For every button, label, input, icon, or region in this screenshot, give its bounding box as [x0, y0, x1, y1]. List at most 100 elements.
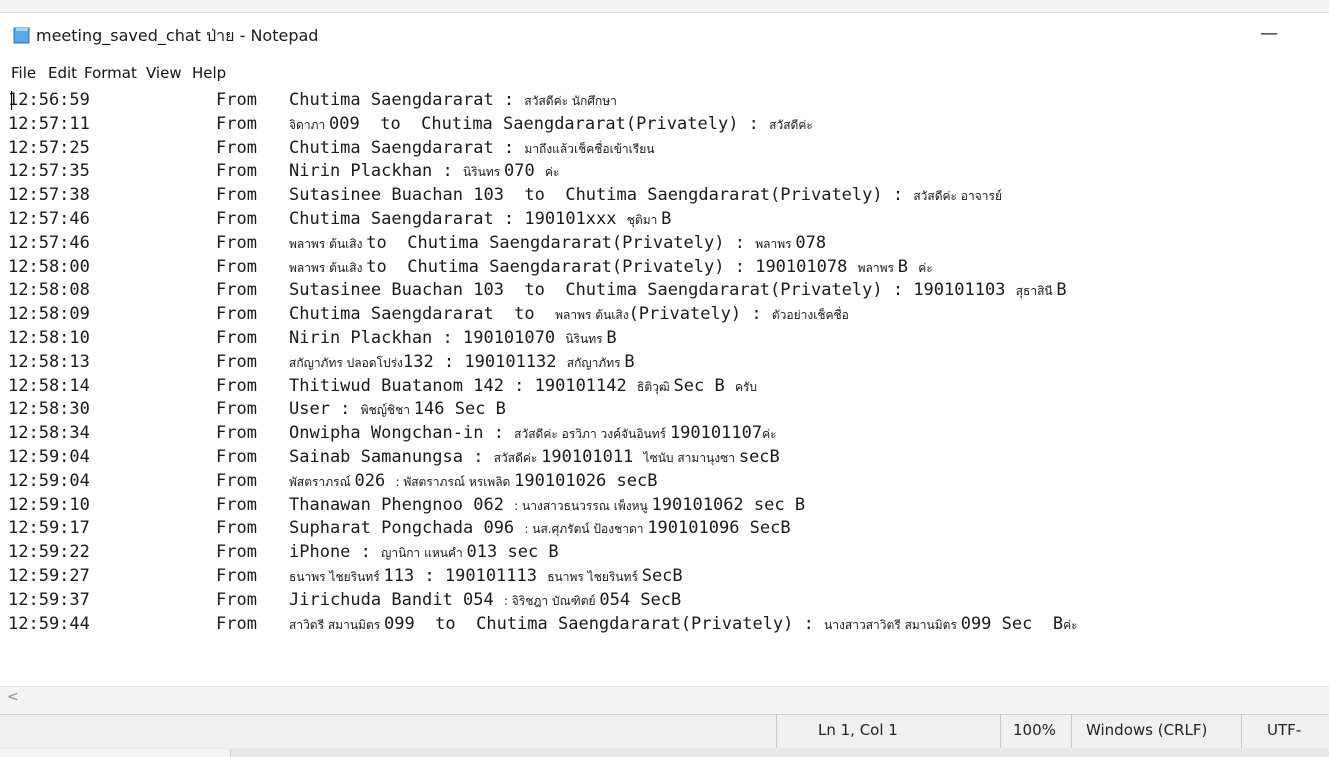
- horizontal-scrollbar[interactable]: [0, 686, 1329, 715]
- message-segment: Thanawan Phengnoo 062: [289, 494, 515, 515]
- line-message: สกัญาภัทร ปลอดโปร่ง132 : 190101132 สกัญา…: [289, 350, 635, 375]
- line-from-label: From: [216, 280, 257, 301]
- line-from-label: From: [216, 161, 257, 182]
- message-segment: ธนาพร ไชยรินทร์: [547, 570, 642, 584]
- message-segment: สวัสดีค่ะ อาจารย์: [913, 189, 1002, 204]
- menu-view[interactable]: View: [146, 64, 182, 82]
- menu-file[interactable]: File: [11, 64, 36, 82]
- line-message: Sutasinee Buachan 103 to Chutima Saengda…: [289, 278, 1067, 303]
- message-segment: พิชญ์ชิชา: [360, 403, 414, 418]
- status-separator: [1071, 714, 1072, 748]
- message-segment: ค่ะ: [544, 165, 560, 180]
- message-segment: 099 Sec B: [960, 613, 1064, 634]
- message-segment: : นส.ศุภรัตน์ ป้องชาดา: [524, 522, 648, 537]
- message-segment: สวัสดีค่ะ อรวิภา วงค์จันอินทร์: [514, 427, 670, 442]
- notepad-icon: [13, 27, 30, 44]
- message-segment: Chutima Saengdararat to: [289, 304, 556, 325]
- line-message: Nirin Plackhan : นิรินทร 070 ค่ะ: [289, 159, 559, 184]
- message-segment: ค่ะ: [762, 427, 777, 442]
- line-timestamp: 12:57:38: [8, 185, 90, 206]
- message-segment: สวัสดีค่ะ: [769, 117, 813, 132]
- line-message: Sutasinee Buachan 103 to Chutima Saengda…: [289, 183, 1002, 208]
- message-segment: สกัญาภัทร ปลอดโปร่ง: [289, 355, 403, 370]
- message-segment: to Chutima Saengdararat(Privately) : 190…: [366, 256, 858, 277]
- message-segment: 113 : 190101113: [383, 566, 548, 586]
- vertical-scrollbar[interactable]: [1308, 85, 1329, 685]
- message-segment: Nirin Plackhan :: [289, 161, 463, 182]
- line-message: พลาพร ต้นเสิง to Chutima Saengdararat(Pr…: [289, 255, 933, 280]
- message-segment: B: [661, 209, 672, 229]
- message-segment: 009 to Chutima Saengdararat(Privately) :: [329, 113, 770, 134]
- line-timestamp: 12:58:10: [8, 328, 90, 348]
- message-segment: Onwipha Wongchan-in :: [289, 423, 515, 444]
- message-segment: SecB: [641, 566, 683, 586]
- line-timestamp: 12:59:37: [8, 589, 90, 610]
- line-timestamp: 12:57:35: [8, 161, 90, 182]
- message-segment: (Privately) :: [628, 304, 772, 325]
- line-message: Jirichuda Bandit 054 : จิริชฎา บัณฑิตย์ …: [289, 588, 681, 613]
- message-segment: ตัวอย่างเช็คชื่อ: [771, 308, 849, 323]
- line-message: Chutima Saengdararat : มาถึงแล้วเช็คชื่อ…: [289, 136, 654, 161]
- line-from-label: From: [216, 589, 257, 610]
- menu-edit[interactable]: Edit: [48, 64, 77, 82]
- status-line-col: Ln 1, Col 1: [818, 721, 898, 739]
- status-line-ending: Windows (CRLF): [1086, 721, 1208, 739]
- line-timestamp: 12:58:34: [8, 423, 90, 444]
- message-segment: to Chutima Saengdararat(Privately) :: [366, 232, 756, 253]
- message-segment: ธิติวุฒิ: [637, 379, 674, 394]
- line-from-label: From: [216, 447, 257, 467]
- message-segment: นางสาวสาวิตรี สมานมิตร: [824, 617, 961, 632]
- line-from-label: From: [216, 256, 257, 277]
- message-segment: iPhone :: [289, 542, 382, 563]
- window-top-strip: [0, 0, 1329, 13]
- message-segment: 190101107: [669, 423, 763, 444]
- status-zoom: 100%: [1013, 721, 1056, 739]
- message-segment: secB: [738, 447, 780, 467]
- line-timestamp: 12:58:13: [8, 351, 90, 372]
- minimize-button[interactable]: —: [1246, 14, 1292, 54]
- message-segment: นิรินทร: [463, 165, 505, 180]
- line-timestamp: 12:59:04: [8, 470, 90, 491]
- line-timestamp: 12:59:04: [8, 447, 90, 467]
- message-segment: พลาพร: [755, 236, 796, 251]
- message-segment: Sutasinee Buachan 103 to Chutima Saengda…: [289, 280, 1016, 301]
- line-timestamp: 12:58:30: [8, 399, 90, 420]
- status-encoding: UTF-: [1267, 721, 1302, 739]
- line-timestamp: 12:56:59: [8, 90, 90, 110]
- message-segment: User :: [289, 399, 361, 420]
- message-segment: สกัญาภัทร: [566, 355, 625, 370]
- message-segment: Thitiwud Buatanom 142 : 190101142: [289, 375, 637, 396]
- line-from-label: From: [216, 566, 257, 586]
- line-from-label: From: [216, 351, 257, 372]
- line-from-label: From: [216, 494, 257, 515]
- line-message: สาวิตรี สมานมิตร 099 to Chutima Saengdar…: [289, 612, 1078, 637]
- line-message: Chutima Saengdararat to พลาพร ต้นเสิง(Pr…: [289, 302, 849, 327]
- message-segment: ค่ะ: [1063, 617, 1078, 632]
- message-segment: ธนาพร ไชยรินทร์: [289, 570, 384, 584]
- menu-format[interactable]: Format: [84, 64, 137, 82]
- message-segment: 190101096 SecB: [647, 518, 791, 539]
- line-from-label: From: [216, 137, 257, 158]
- message-segment: ชุติมา: [626, 213, 662, 227]
- scroll-left-icon[interactable]: <: [7, 689, 19, 705]
- message-segment: มาถึงแล้วเช็คชื่อเข้าเรียน: [524, 141, 655, 156]
- status-separator: [1000, 714, 1001, 748]
- text-editor[interactable]: 12:56:59 From Chutima Saengdararat : สวัสด…: [0, 85, 1308, 685]
- message-segment: สวัสดีค่ะ นักศึกษา: [524, 94, 617, 108]
- line-from-label: From: [216, 542, 257, 563]
- message-segment: Chutima Saengdararat : 190101xxx: [289, 209, 627, 229]
- message-segment: Nirin Plackhan : 190101070: [289, 328, 566, 348]
- line-from-label: From: [216, 185, 257, 206]
- line-timestamp: 12:57:46: [8, 209, 90, 229]
- line-timestamp: 12:58:00: [8, 256, 90, 277]
- line-timestamp: 12:58:08: [8, 280, 90, 301]
- notepad-window: meeting_saved_chat ป่าย - Notepad — File…: [0, 0, 1329, 757]
- line-message: Chutima Saengdararat : สวัสดีค่ะ นักศึกษ…: [289, 88, 617, 113]
- menu-help[interactable]: Help: [192, 64, 226, 82]
- message-segment: Jirichuda Bandit 054: [289, 589, 504, 610]
- line-from-label: From: [216, 232, 257, 253]
- message-segment: Sainab Samanungsa :: [289, 447, 494, 467]
- message-segment: 054 SecB: [599, 589, 682, 610]
- message-segment: สาวิตรี สมานมิตร: [289, 617, 384, 632]
- message-segment: จิดาภา: [289, 117, 330, 132]
